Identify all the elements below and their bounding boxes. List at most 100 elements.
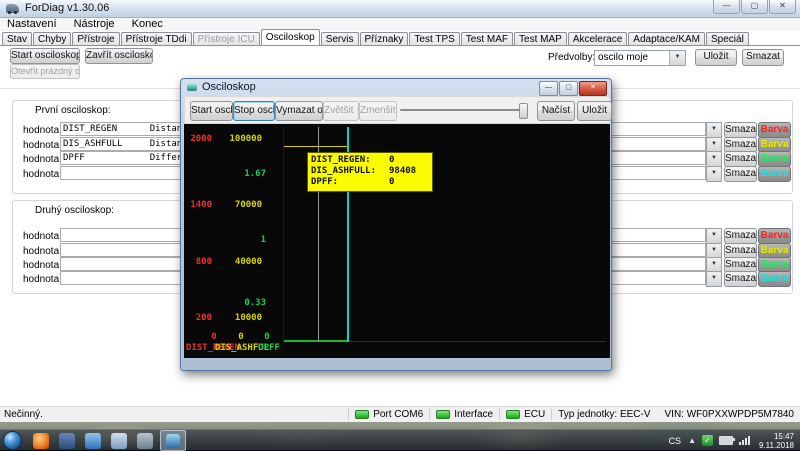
tab-servis[interactable]: Servis (321, 32, 359, 45)
g1-row4-chevron-down-icon[interactable]: ▼ (706, 166, 722, 182)
scale-tick-red: 1400 (188, 200, 212, 210)
app-icon (6, 4, 19, 13)
zoom-slider[interactable] (400, 109, 527, 111)
explorer-icon[interactable] (85, 433, 101, 449)
tab-pristroje-tddi[interactable]: Přístroje TDdi (121, 32, 192, 45)
tooltip-value: 0 (389, 177, 394, 188)
nacist-button[interactable]: Načíst (537, 101, 575, 121)
tab-priznaky[interactable]: Příznaky (360, 32, 409, 45)
port-label: Port COM6 (373, 409, 423, 420)
antivirus-tray-icon[interactable]: ✓ (702, 435, 713, 446)
g2-row1-smazat-button[interactable]: Smazat (724, 228, 757, 244)
vymazat-oscl-button[interactable]: Vymazat oscl (275, 101, 323, 121)
trace-dis-ashfull (284, 146, 347, 147)
ulozit-button[interactable]: Uložit (577, 101, 612, 121)
preset-combobox[interactable]: oscilo moje ▼ (594, 50, 686, 66)
tab-strip: Stav Chyby Přístroje Přístroje TDdi Přís… (2, 30, 798, 45)
scale-tick-yellow: 10000 (220, 313, 262, 323)
port-led-icon (355, 410, 369, 419)
preset-delete-button[interactable]: Smazat (742, 49, 784, 66)
taskbar: CS ▲ ✓ 15:47 9.11.2018 (0, 429, 800, 451)
trace-dpff (284, 340, 348, 342)
firefox-icon[interactable] (33, 433, 49, 449)
start-osciloskop-button[interactable]: Start osciloskop ... (10, 48, 80, 64)
g1-row3-barva-button[interactable]: Barva (758, 151, 791, 167)
clock[interactable]: 15:47 9.11.2018 (759, 432, 794, 450)
tab-akcelerace[interactable]: Akcelerace (568, 32, 627, 45)
osc-close-icon[interactable]: ✕ (579, 81, 607, 96)
tab-chyby[interactable]: Chyby (33, 32, 71, 45)
g1-row1-chevron-down-icon[interactable]: ▼ (706, 122, 722, 138)
osc-toolbar: Start oscl Stop oscl Vymazat oscl Zvětši… (184, 96, 610, 124)
ecu-label: ECU (524, 409, 545, 420)
g2-row4-chevron-down-icon[interactable]: ▼ (706, 271, 722, 287)
app-icon[interactable] (59, 433, 75, 449)
tab-special[interactable]: Speciál (706, 32, 749, 45)
g2-row4-barva-button[interactable]: Barva (758, 271, 791, 287)
scope-display: 2000 1400 800 200 100000 70000 40000 100… (184, 124, 610, 358)
chevron-down-icon[interactable]: ▼ (669, 51, 685, 65)
g1-row1-barva-button[interactable]: Barva (758, 122, 791, 138)
preset-value: oscilo moje (598, 52, 669, 63)
zavrit-osciloskop-button[interactable]: Zavřít osciloskop (85, 48, 153, 64)
maximize-icon[interactable]: ▢ (741, 0, 768, 14)
tab-stav[interactable]: Stav (2, 32, 32, 45)
clock-date: 9.11.2018 (759, 441, 794, 450)
battery-icon[interactable] (719, 436, 733, 445)
scale-tick-red: 200 (188, 313, 212, 323)
status-ecu: ECU (499, 408, 551, 421)
g1-row3-smazat-button[interactable]: Smazat (724, 151, 757, 167)
tooltip-value: 0 (389, 155, 394, 166)
value-tooltip: DIST_REGEN:0 DIS_ASHFULL:98408 DPFF:0 (307, 152, 433, 192)
preset-save-button[interactable]: Uložit (695, 49, 737, 66)
predvolby-label: Předvolby: (548, 52, 595, 63)
scale-tick-green: 1 (226, 235, 266, 245)
status-interface: Interface (429, 408, 499, 421)
stop-oscl-button[interactable]: Stop oscl (233, 101, 275, 121)
osc-window-title: Osciloskop (202, 81, 256, 93)
app-icon[interactable] (111, 433, 127, 449)
g2-row4-smazat-button[interactable]: Smazat (724, 271, 757, 287)
start-button[interactable] (3, 431, 22, 450)
minimize-icon[interactable]: — (713, 0, 740, 14)
start-oscl-button[interactable]: Start oscl (190, 101, 233, 121)
osc-maximize-icon[interactable]: ▢ (559, 81, 578, 96)
clock-time: 15:47 (774, 432, 794, 441)
tab-pristroje[interactable]: Přístroje (72, 32, 119, 45)
scale-tick-yellow: 100000 (220, 134, 262, 144)
language-indicator[interactable]: CS (669, 436, 682, 446)
tooltip-value: 98408 (389, 166, 416, 177)
g1-row4-barva-button[interactable]: Barva (758, 166, 791, 182)
taskbar-active-app[interactable] (160, 430, 186, 451)
tab-osciloskop[interactable]: Osciloskop (261, 29, 320, 45)
tab-test-maf[interactable]: Test MAF (461, 32, 513, 45)
g1-row4-smazat-button[interactable]: Smazat (724, 166, 757, 182)
close-icon[interactable]: ✕ (769, 0, 796, 14)
vin-label: VIN: WF0PXXWPDP5M7840 (665, 409, 794, 420)
network-icon[interactable] (739, 436, 751, 445)
ecu-led-icon (506, 410, 520, 419)
tooltip-name: DIST_REGEN: (311, 155, 389, 166)
status-state: Nečinný. (0, 409, 348, 420)
zoom-slider-handle[interactable] (519, 103, 528, 119)
app-icon[interactable] (137, 433, 153, 449)
tooltip-name: DIS_ASHFULL: (311, 166, 389, 177)
window-controls: — ▢ ✕ (712, 0, 796, 14)
window-title: ForDiag v1.30.06 (25, 2, 109, 14)
osciloskop-window[interactable]: Osciloskop — ▢ ✕ Start oscl Stop oscl Vy… (180, 78, 612, 371)
tab-adaptace-kam[interactable]: Adaptace/KAM (628, 32, 705, 45)
g1-row3-chevron-down-icon[interactable]: ▼ (706, 151, 722, 167)
g2-row1-chevron-down-icon[interactable]: ▼ (706, 228, 722, 244)
osc-minimize-icon[interactable]: — (539, 81, 558, 96)
status-bar: Nečinný. Port COM6 Interface ECU Typ jed… (0, 406, 800, 422)
hidden-icons-chevron-icon[interactable]: ▲ (688, 436, 696, 445)
g1-row1-smazat-button[interactable]: Smazat (724, 122, 757, 138)
scale-tick-red: 2000 (188, 134, 212, 144)
scale-tick-red: 800 (188, 257, 212, 267)
tab-test-map[interactable]: Test MAP (514, 32, 567, 45)
tab-test-tps[interactable]: Test TPS (409, 32, 459, 45)
osc-title-bar[interactable]: Osciloskop — ▢ ✕ (181, 79, 611, 96)
scale-tick-yellow: 40000 (220, 257, 262, 267)
g2-row1-barva-button[interactable]: Barva (758, 228, 791, 244)
tooltip-name: DPFF: (311, 177, 389, 188)
